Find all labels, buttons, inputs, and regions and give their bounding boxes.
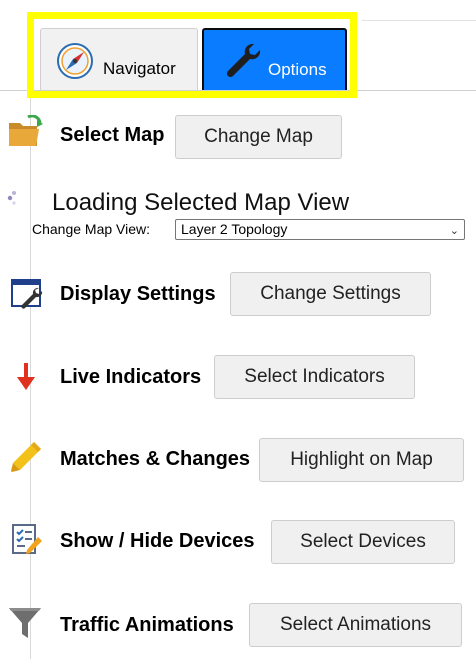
- spinner-icon: [6, 190, 20, 210]
- live-indicators-label: Live Indicators: [60, 366, 202, 388]
- traffic-animations-label: Traffic Animations: [60, 614, 234, 636]
- matches-changes-label: Matches & Changes: [60, 448, 251, 470]
- highlighter-icon: [8, 439, 44, 480]
- select-indicators-button[interactable]: Select Indicators: [214, 355, 415, 399]
- down-arrow-icon: [14, 362, 38, 397]
- show-hide-devices-label: Show / Hide Devices: [60, 530, 255, 552]
- funnel-icon: [8, 606, 42, 645]
- loading-status-text: Loading Selected Map View: [52, 189, 350, 216]
- map-view-selected-value: Layer 2 Topology: [181, 221, 288, 237]
- checklist-icon: [10, 523, 44, 562]
- chevron-down-icon: ⌄: [449, 225, 459, 237]
- tab-highlight-frame: [27, 12, 357, 98]
- map-view-label: Change Map View:: [32, 221, 151, 237]
- change-map-button[interactable]: Change Map: [175, 115, 342, 159]
- select-devices-button[interactable]: Select Devices: [271, 520, 455, 564]
- map-view-select[interactable]: Layer 2 Topology ⌄: [175, 219, 465, 240]
- highlight-on-map-button[interactable]: Highlight on Map: [259, 438, 464, 482]
- select-map-label: Select Map: [60, 124, 165, 146]
- change-settings-button[interactable]: Change Settings: [230, 272, 431, 316]
- tab-strip-rule: [362, 20, 476, 21]
- select-animations-button[interactable]: Select Animations: [249, 603, 462, 647]
- settings-window-icon: [10, 276, 44, 315]
- folder-icon: [8, 114, 44, 154]
- display-settings-label: Display Settings: [60, 283, 216, 305]
